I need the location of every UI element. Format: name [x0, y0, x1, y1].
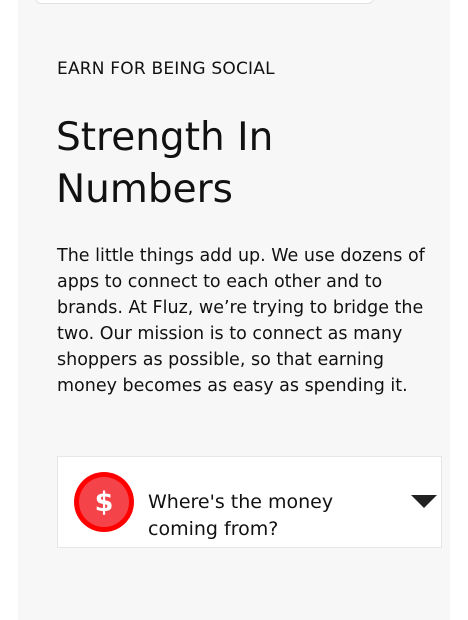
dollar-sign: $ [79, 477, 129, 527]
section-body: The little things add up. We use dozens … [57, 246, 425, 396]
faq-accordion-item[interactable]: $ Where's the money coming from? [57, 456, 442, 548]
section-eyebrow: EARN FOR BEING SOCIAL [57, 59, 275, 79]
chevron-down-icon[interactable] [411, 495, 437, 508]
top-card-edge [35, 0, 374, 4]
faq-question: Where's the money coming from? [148, 491, 334, 540]
section-title: Strength In Numbers [56, 115, 274, 212]
dollar-coin-icon: $ [74, 472, 134, 532]
